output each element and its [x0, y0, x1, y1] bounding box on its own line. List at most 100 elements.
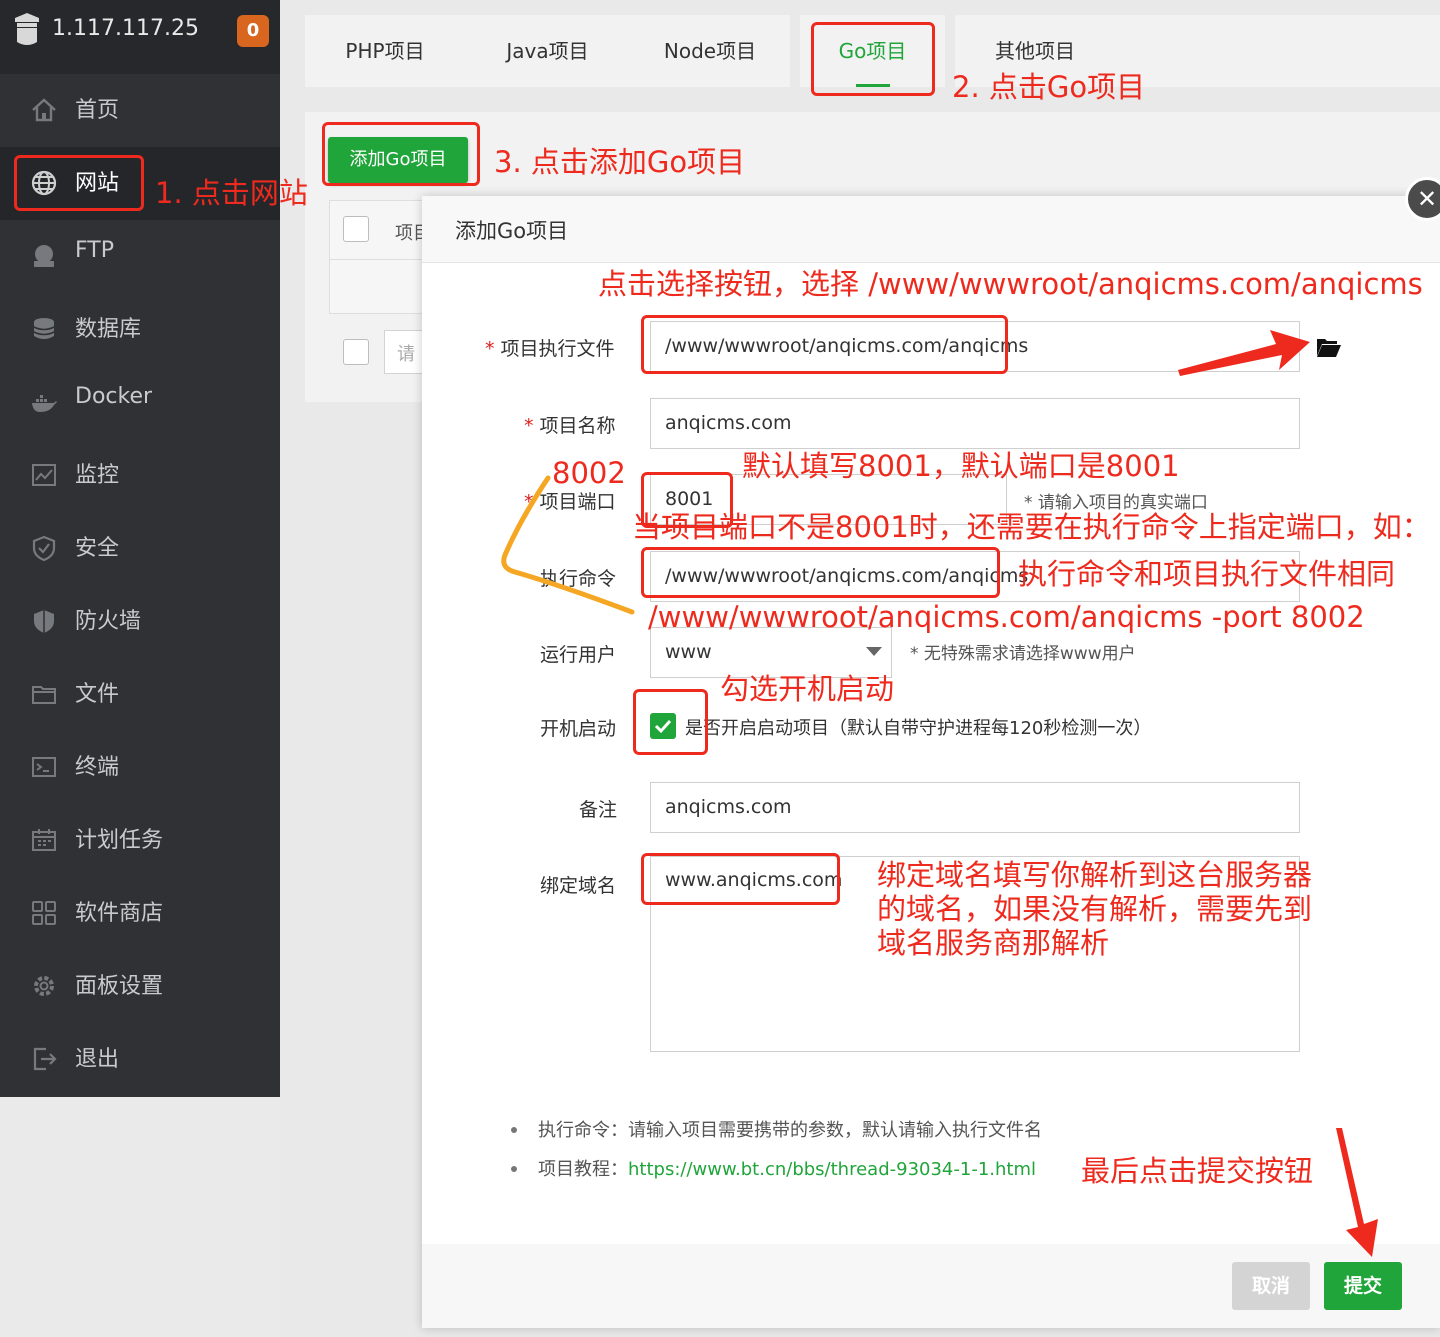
annotation-port-8002: 8002 [552, 457, 626, 491]
firewall-icon [30, 607, 58, 635]
sidebar-item-label: 数据库 [75, 311, 141, 343]
remark-label: 备注 [579, 795, 617, 822]
note-bullet [511, 1166, 517, 1172]
sidebar-header: 1.117.117.25 0 [0, 0, 280, 74]
sidebar-item-label: 终端 [75, 749, 119, 781]
note-command-text: 请输入项目需要携带的参数，默认请输入执行文件名 [628, 1120, 1042, 1141]
sidebar-item-files[interactable]: 文件 [0, 658, 280, 731]
dialog-header: 添加Go项目 [422, 196, 1440, 263]
note-command: 执行命令：请输入项目需要携带的参数，默认请输入执行文件名 [538, 1116, 1042, 1142]
folder-open-icon[interactable] [1316, 336, 1342, 358]
sidebar-item-database[interactable]: 数据库 [0, 293, 280, 366]
project-name-input[interactable]: anqicms.com [650, 398, 1300, 449]
batch-checkbox[interactable] [343, 339, 369, 365]
home-icon [30, 96, 58, 124]
run-user-hint: * 无特殊需求请选择www用户 [910, 639, 1136, 664]
tutorial-link[interactable]: https://www.bt.cn/bbs/thread-93034-1-1.h… [628, 1159, 1036, 1180]
database-icon [30, 315, 58, 343]
annotation-domain-note-3: 域名服务商那解析 [877, 927, 1109, 961]
annotation-box-go-tab [811, 22, 935, 96]
sidebar-item-label: 软件商店 [75, 895, 163, 927]
note-tutorial: 项目教程：https://www.bt.cn/bbs/thread-93034-… [538, 1155, 1036, 1181]
note-tutorial-prefix: 项目教程： [538, 1159, 628, 1180]
annotation-box-autostart [633, 689, 708, 755]
calendar-icon [30, 826, 58, 854]
shield-icon [30, 534, 58, 562]
sidebar-item-label: 退出 [75, 1041, 119, 1073]
docker-icon [30, 388, 58, 416]
chevron-down-icon [866, 647, 882, 656]
required-mark: * [485, 338, 495, 360]
required-mark: * [524, 415, 534, 437]
sidebar-item-label: 安全 [75, 530, 119, 562]
server-ip: 1.117.117.25 [52, 16, 199, 41]
notification-badge[interactable]: 0 [237, 15, 269, 47]
sidebar-item-label: 监控 [75, 457, 119, 489]
annotation-check-autostart: 勾选开机启动 [720, 673, 894, 707]
monitor-icon [30, 461, 58, 489]
sidebar-item-label: 防火墙 [75, 603, 141, 635]
sidebar-item-logout[interactable]: 退出 [0, 1023, 280, 1096]
dialog-title: 添加Go项目 [455, 215, 568, 245]
sidebar-item-ftp[interactable]: FTP [0, 220, 280, 293]
run-user-value: www [665, 641, 712, 663]
annotation-port-note: 当项目端口不是8001时，还需要在执行命令上指定端口，如： [632, 511, 1431, 545]
annotation-step3: 3. 点击添加Go项目 [494, 146, 745, 180]
annotation-step2: 2. 点击Go项目 [952, 71, 1145, 105]
select-all-checkbox[interactable] [343, 216, 369, 242]
annotation-box-domain [641, 853, 840, 905]
sidebar-item-label: 文件 [75, 676, 119, 708]
sidebar-nav: 首页 网站 FTP 数据库 Docker 监控 安全 防火墙 [0, 74, 280, 1096]
exec-file-label: * 项目执行文件 [485, 334, 615, 361]
tab-separator [790, 15, 800, 87]
annotation-command-same: 执行命令和项目执行文件相同 [1018, 558, 1395, 592]
sidebar-item-firewall[interactable]: 防火墙 [0, 585, 280, 658]
sidebar-item-monitor[interactable]: 监控 [0, 439, 280, 512]
logout-icon [30, 1045, 58, 1073]
annotation-box-exec-file [641, 315, 1008, 374]
cancel-button[interactable]: 取消 [1232, 1262, 1310, 1310]
gear-icon [30, 972, 58, 1000]
terminal-icon [30, 753, 58, 781]
sidebar-item-label: Docker [75, 384, 152, 409]
annotation-domain-note-2: 的域名，如果没有解析，需要先到 [877, 893, 1312, 927]
remark-input[interactable]: anqicms.com [650, 782, 1300, 833]
domain-label: 绑定域名 [540, 871, 616, 898]
note-bullet [511, 1127, 517, 1133]
run-user-label: 运行用户 [540, 640, 616, 667]
table-divider [330, 259, 428, 260]
annotation-box-website [14, 155, 144, 211]
sidebar-item-docker[interactable]: Docker [0, 366, 280, 439]
submit-button[interactable]: 提交 [1324, 1262, 1402, 1310]
server-logo-icon [12, 12, 42, 48]
project-port-label-text: 项目端口 [540, 491, 616, 513]
exec-file-label-text: 项目执行文件 [501, 338, 615, 360]
sidebar-item-label: FTP [75, 238, 114, 263]
sidebar-item-security[interactable]: 安全 [0, 512, 280, 585]
sidebar-item-appstore[interactable]: 软件商店 [0, 877, 280, 950]
sidebar-item-label: 首页 [75, 92, 119, 124]
apps-icon [30, 899, 58, 927]
annotation-box-add-button [322, 122, 480, 186]
autostart-text: 是否开启启动项目（默认自带守护进程每120秒检测一次） [685, 714, 1151, 740]
note-command-prefix: 执行命令： [538, 1120, 628, 1141]
project-name-label: * 项目名称 [524, 411, 616, 438]
tab-php[interactable]: PHP项目 [305, 15, 465, 87]
tab-java[interactable]: Java项目 [465, 15, 630, 87]
sidebar-item-label: 面板设置 [75, 968, 163, 1000]
annotation-submit-note: 最后点击提交按钮 [1081, 1155, 1313, 1189]
project-port-label: * 项目端口 [524, 487, 616, 514]
tab-node[interactable]: Node项目 [630, 15, 790, 87]
required-mark: * [524, 491, 534, 513]
project-name-label-text: 项目名称 [540, 415, 616, 437]
sidebar-item-terminal[interactable]: 终端 [0, 731, 280, 804]
sidebar-item-label: 计划任务 [75, 822, 163, 854]
annotation-step1: 1. 点击网站 [155, 177, 308, 211]
sidebar-item-settings[interactable]: 面板设置 [0, 950, 280, 1023]
sidebar-item-home[interactable]: 首页 [0, 74, 280, 147]
batch-select-placeholder: 请 [397, 340, 415, 366]
annotation-box-command [641, 547, 1000, 598]
sidebar-item-cron[interactable]: 计划任务 [0, 804, 280, 877]
annotation-default-port: 默认填写8001，默认端口是8001 [742, 450, 1180, 484]
command-label: 执行命令 [540, 564, 616, 591]
